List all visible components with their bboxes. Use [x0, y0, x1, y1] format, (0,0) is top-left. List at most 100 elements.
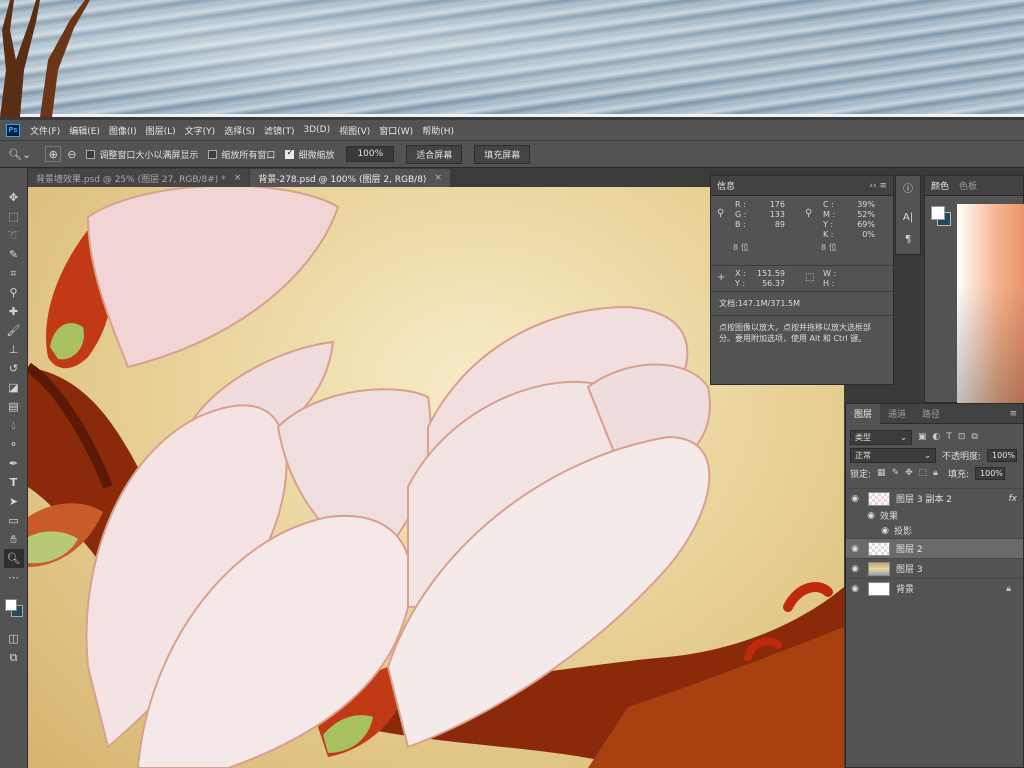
tab-swatches[interactable]: 色板 [959, 179, 977, 192]
tab-color[interactable]: 颜色 [931, 179, 949, 192]
layer-row[interactable]: ◉ 图层 3 副本 2 fx [846, 488, 1023, 508]
close-tab-icon[interactable]: × [434, 173, 442, 183]
layer-row[interactable]: ◉ 背景 🔒︎ [846, 578, 1023, 598]
eraser-tool-icon[interactable]: ◪ [4, 378, 24, 397]
fill-input[interactable]: 100% [975, 466, 1006, 480]
checkbox-box[interactable] [285, 148, 295, 159]
lock-image-icon[interactable]: ✎ [892, 468, 900, 478]
rectangle-tool-icon[interactable]: ▭ [4, 511, 24, 530]
more-tools-icon[interactable]: ⋯ [4, 568, 24, 587]
layer-name[interactable]: 背景 [896, 582, 1006, 595]
quick-select-tool-icon[interactable]: ✎ [4, 245, 24, 264]
layer-effects-row[interactable]: ◉ 效果 [846, 508, 1023, 523]
lock-position-icon[interactable]: ✥ [905, 468, 913, 478]
resize-windows-checkbox[interactable]: 调整窗口大小以满屏显示 [86, 148, 198, 161]
filter-pixel-icon[interactable]: ▣ [918, 432, 927, 442]
zoom-out-icon[interactable]: ⊖ [67, 148, 76, 161]
visibility-eye-icon[interactable]: ◉ [862, 511, 880, 521]
color-picker-field[interactable] [957, 204, 1024, 404]
wh-values: W : H : [823, 269, 853, 289]
dodge-tool-icon[interactable]: ⚬ [4, 435, 24, 454]
layer-name[interactable]: 图层 3 副本 2 [896, 492, 1009, 505]
document-tab[interactable]: 背景墙效果.psd @ 25% (图层 27, RGB/8#) * × [28, 169, 250, 187]
lock-transparent-icon[interactable]: ▦ [877, 468, 886, 478]
menu-type[interactable]: 文字(Y) [185, 124, 216, 137]
lasso-tool-icon[interactable]: ➰ [4, 226, 24, 245]
menu-help[interactable]: 帮助(H) [422, 124, 454, 137]
character-panel-icon[interactable]: A| [896, 206, 920, 228]
brush-tool-icon[interactable]: 🖌︎ [4, 321, 24, 340]
layer-row[interactable]: ◉ 图层 3 [846, 558, 1023, 578]
zoom-100-button[interactable]: 100% [346, 146, 395, 162]
fill-screen-button[interactable]: 填充屏幕 [474, 144, 531, 164]
zoom-tool-preset-icon[interactable]: 🔍︎⌄ [8, 148, 31, 161]
pen-tool-icon[interactable]: ✒ [4, 454, 24, 473]
move-tool-icon[interactable]: ✥ [4, 188, 24, 207]
type-tool-icon[interactable]: T [4, 473, 24, 492]
visibility-eye-icon[interactable]: ◉ [846, 494, 864, 504]
visibility-eye-icon[interactable]: ◉ [846, 564, 864, 574]
history-brush-tool-icon[interactable]: ↺ [4, 359, 24, 378]
paragraph-panel-icon[interactable]: ¶ [896, 228, 920, 250]
gradient-tool-icon[interactable]: ▤ [4, 397, 24, 416]
foreground-color-swatch[interactable] [4, 599, 17, 611]
opacity-input[interactable]: 100% [987, 448, 1018, 462]
layer-name[interactable]: 图层 2 [896, 542, 1023, 555]
tab-channels[interactable]: 通道 [880, 404, 914, 424]
screen-mode-icon[interactable]: ⧉ [4, 648, 24, 667]
drop-shadow-effect-row[interactable]: ◉ 投影 [846, 523, 1023, 538]
quick-mask-icon[interactable]: ◫ [4, 629, 24, 648]
menu-file[interactable]: 文件(F) [30, 124, 60, 137]
info-panel-title[interactable]: 信息 [717, 179, 735, 192]
info-color-readout: ⚲ R : 176 G : 133 B : 89 8 位 ⚲ C : 39% M : 52… [711, 196, 893, 266]
color-swatches[interactable] [3, 595, 25, 623]
filter-shape-icon[interactable]: ⊡ [958, 432, 966, 442]
layer-row-selected[interactable]: ◉ 图层 2 [846, 538, 1023, 558]
checkbox-box[interactable] [208, 149, 218, 159]
layer-filter-select[interactable]: 类型 ⌄ [850, 429, 912, 445]
info-panel-icon[interactable]: ⓘ [896, 176, 920, 198]
checkbox-box[interactable] [86, 149, 96, 159]
tab-layers[interactable]: 图层 [846, 403, 881, 424]
tab-paths[interactable]: 路径 [914, 404, 948, 424]
filter-adjustment-icon[interactable]: ◐ [933, 432, 941, 442]
document-tab-active[interactable]: 背景-278.psd @ 100% (图层 2, RGB/8) × [250, 169, 450, 187]
visibility-eye-icon[interactable]: ◉ [876, 526, 894, 536]
hand-tool-icon[interactable]: ✋︎ [4, 530, 24, 549]
clone-stamp-tool-icon[interactable]: ⊥ [4, 340, 24, 359]
visibility-eye-icon[interactable]: ◉ [846, 584, 864, 594]
eyedropper-tool-icon[interactable]: ⚲ [4, 283, 24, 302]
menu-layer[interactable]: 图层(L) [146, 124, 176, 137]
zoom-in-icon[interactable]: ⊕ [45, 146, 62, 162]
filter-smart-object-icon[interactable]: ⧉ [971, 432, 977, 442]
lock-all-icon[interactable]: 🔒︎ [933, 468, 938, 478]
panel-menu-icon[interactable]: ≡ [1009, 409, 1017, 419]
lock-artboard-icon[interactable]: ⬚ [919, 468, 928, 478]
visibility-eye-icon[interactable]: ◉ [846, 544, 864, 554]
menu-image[interactable]: 图像(I) [109, 124, 137, 137]
healing-brush-tool-icon[interactable]: ✚ [4, 302, 24, 321]
zoom-tool-icon[interactable]: 🔍︎ [3, 549, 24, 568]
menu-3d[interactable]: 3D(D) [303, 125, 330, 135]
panel-collapse-icon[interactable]: ›› ≡ [869, 181, 887, 191]
filter-type-icon[interactable]: T [946, 432, 952, 442]
scrubby-zoom-checkbox[interactable]: 细微缩放 [285, 148, 334, 161]
marquee-tool-icon[interactable]: ⬚ [4, 207, 24, 226]
tools-panel: ✥ ⬚ ➰ ✎ ⌗ ⚲ ✚ 🖌︎ ⊥ ↺ ◪ ▤ 💧︎ ⚬ ✒ T ➤ ▭ ✋︎… [0, 168, 28, 768]
blur-tool-icon[interactable]: 💧︎ [4, 416, 24, 435]
path-selection-tool-icon[interactable]: ➤ [4, 492, 24, 511]
foreground-color-swatch[interactable] [931, 206, 945, 220]
crop-tool-icon[interactable]: ⌗ [4, 264, 24, 283]
menu-edit[interactable]: 编辑(E) [69, 124, 100, 137]
blend-mode-select[interactable]: 正常 ⌄ [850, 447, 936, 463]
close-tab-icon[interactable]: × [234, 173, 242, 183]
layer-name[interactable]: 图层 3 [896, 562, 1023, 575]
k-value: 0% [862, 230, 875, 239]
menu-filter[interactable]: 滤镜(T) [264, 124, 295, 137]
menu-select[interactable]: 选择(S) [224, 124, 255, 137]
menu-window[interactable]: 窗口(W) [379, 124, 413, 137]
fit-screen-button[interactable]: 适合屏幕 [406, 144, 463, 164]
fx-icon[interactable]: fx [1009, 494, 1018, 504]
menu-view[interactable]: 视图(V) [339, 124, 370, 137]
zoom-all-checkbox[interactable]: 缩放所有窗口 [208, 148, 275, 161]
